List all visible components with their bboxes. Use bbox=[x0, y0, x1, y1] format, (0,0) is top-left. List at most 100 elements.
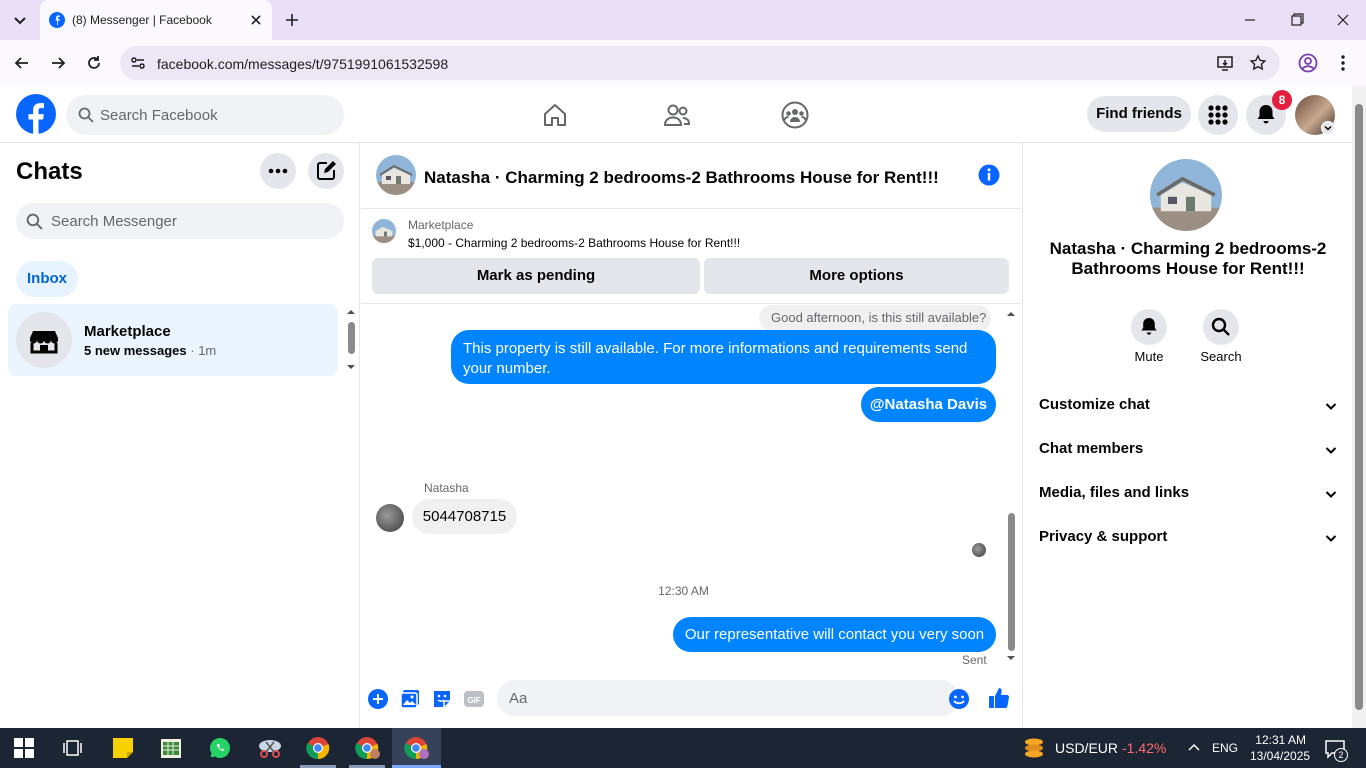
message-bubble-received[interactable]: 5044708715 bbox=[412, 499, 517, 534]
tab-close-button[interactable] bbox=[248, 12, 264, 28]
bookmark-star-icon[interactable] bbox=[1249, 54, 1267, 72]
friends-icon bbox=[663, 104, 691, 126]
currency-pair[interactable]: USD/EUR bbox=[1055, 740, 1118, 756]
chrome-app-3-active[interactable] bbox=[392, 728, 441, 768]
browser-menu-button[interactable] bbox=[1335, 53, 1351, 73]
new-message-button[interactable] bbox=[308, 153, 344, 189]
more-options-button[interactable]: More options bbox=[704, 258, 1009, 294]
page-scrollbar-thumb[interactable] bbox=[1355, 104, 1363, 710]
address-bar[interactable]: facebook.com/messages/t/9751991061532598 bbox=[120, 46, 1280, 80]
facebook-search-input[interactable]: Search Facebook bbox=[66, 95, 344, 135]
message-bubble-mention[interactable]: @Natasha Davis bbox=[861, 387, 996, 422]
messenger-search-input[interactable]: Search Messenger bbox=[16, 203, 344, 239]
like-button[interactable] bbox=[987, 686, 1011, 710]
sticker-button[interactable] bbox=[431, 688, 453, 710]
chats-sidebar: Chats Search Messenger Inbox Marketplace… bbox=[0, 143, 360, 728]
conversation-scrollbar[interactable] bbox=[1005, 305, 1017, 667]
message-composer-input[interactable]: Aa bbox=[497, 680, 969, 716]
more-horizontal-icon bbox=[268, 168, 288, 174]
marketplace-listing-banner: Marketplace $1,000 - Charming 2 bedrooms… bbox=[361, 208, 1021, 304]
message-status: Sent bbox=[962, 653, 987, 667]
site-settings-icon[interactable] bbox=[129, 54, 147, 72]
page-scrollbar[interactable] bbox=[1352, 86, 1366, 728]
profile-icon bbox=[1298, 53, 1318, 73]
new-tab-button[interactable] bbox=[282, 10, 302, 30]
message-sender-label: Natasha bbox=[424, 481, 469, 495]
chat-options-button[interactable] bbox=[260, 153, 296, 189]
mute-button[interactable] bbox=[1131, 309, 1167, 345]
account-menu-chevron[interactable] bbox=[1321, 121, 1335, 135]
nav-home[interactable] bbox=[541, 101, 569, 129]
language-indicator[interactable]: ENG bbox=[1212, 741, 1238, 755]
section-label: Chat members bbox=[1039, 440, 1144, 457]
whatsapp-icon bbox=[210, 738, 230, 758]
chat-list-scrollbar[interactable] bbox=[345, 307, 357, 373]
chevron-up-icon bbox=[1188, 743, 1200, 751]
forward-button[interactable] bbox=[48, 53, 68, 73]
currency-widget-icon[interactable] bbox=[1022, 736, 1046, 760]
listing-title[interactable]: $1,000 - Charming 2 bedrooms-2 Bathrooms… bbox=[408, 236, 740, 250]
inbox-tab[interactable]: Inbox bbox=[16, 261, 78, 297]
natasha-avatar[interactable] bbox=[376, 504, 404, 532]
customize-chat-section[interactable]: Customize chat bbox=[1039, 396, 1339, 420]
browser-tab-active[interactable]: (8) Messenger | Facebook bbox=[40, 0, 272, 40]
search-icon bbox=[78, 107, 94, 123]
spreadsheet-icon bbox=[161, 739, 181, 758]
chat-members-section[interactable]: Chat members bbox=[1039, 440, 1339, 464]
reload-icon bbox=[88, 56, 100, 69]
menu-button[interactable] bbox=[1198, 95, 1238, 135]
listing-thumbnail[interactable] bbox=[372, 219, 396, 243]
chat-item-marketplace[interactable]: Marketplace 5 new messages · 1m bbox=[8, 304, 338, 376]
snipping-tool-app[interactable] bbox=[257, 736, 283, 760]
message-bubble-sent[interactable]: Our representative will contact you very… bbox=[673, 617, 996, 652]
nav-groups[interactable] bbox=[780, 100, 810, 130]
chrome-app-2[interactable] bbox=[355, 736, 381, 760]
system-clock[interactable]: 12:31 AM 13/04/2025 bbox=[1250, 732, 1310, 764]
sticky-notes-icon bbox=[113, 738, 133, 758]
privacy-support-section[interactable]: Privacy & support bbox=[1039, 528, 1339, 552]
marketplace-label: Marketplace bbox=[408, 218, 474, 232]
start-button[interactable] bbox=[14, 738, 34, 758]
emoji-button[interactable] bbox=[948, 688, 970, 710]
restore-button[interactable] bbox=[1287, 10, 1307, 30]
nav-friends[interactable] bbox=[662, 101, 692, 129]
minimize-button[interactable] bbox=[1240, 10, 1260, 30]
message-bubble-sent[interactable]: This property is still available. For mo… bbox=[451, 330, 996, 384]
show-hidden-icons-button[interactable] bbox=[1186, 740, 1202, 756]
facebook-logo-icon[interactable] bbox=[16, 94, 56, 134]
minimize-icon bbox=[1245, 19, 1255, 21]
find-friends-button[interactable]: Find friends bbox=[1087, 96, 1191, 132]
composer-placeholder: Aa bbox=[509, 690, 528, 707]
arrow-left-icon bbox=[14, 57, 28, 69]
spreadsheet-app[interactable] bbox=[159, 736, 183, 760]
chrome-app-1[interactable] bbox=[306, 736, 330, 760]
more-actions-button[interactable] bbox=[367, 688, 389, 710]
tab-search-button[interactable] bbox=[8, 8, 32, 32]
mark-as-pending-button[interactable]: Mark as pending bbox=[372, 258, 700, 294]
chevron-down-icon bbox=[1325, 535, 1337, 542]
close-icon bbox=[1337, 14, 1349, 26]
search-icon bbox=[26, 213, 43, 230]
profile-button[interactable] bbox=[1297, 52, 1319, 74]
chat-item-name: Marketplace bbox=[84, 323, 171, 340]
conversation-avatar[interactable] bbox=[376, 155, 416, 195]
sticky-notes-app[interactable] bbox=[111, 736, 135, 760]
notification-center-badge: 2 bbox=[1334, 748, 1348, 762]
search-conversation-button[interactable] bbox=[1203, 309, 1239, 345]
emoji-icon bbox=[949, 689, 969, 709]
whatsapp-app[interactable] bbox=[208, 736, 232, 760]
gif-button[interactable]: GIF bbox=[463, 688, 485, 710]
info-panel-avatar[interactable] bbox=[1150, 159, 1222, 231]
attach-photo-button[interactable] bbox=[399, 688, 421, 710]
task-view-button[interactable] bbox=[62, 738, 82, 758]
chat-item-time: · 1m bbox=[190, 343, 217, 358]
conversation-info-button[interactable] bbox=[977, 163, 1001, 187]
svg-text:GIF: GIF bbox=[467, 696, 480, 705]
back-button[interactable] bbox=[12, 53, 32, 73]
reload-button[interactable] bbox=[84, 53, 104, 73]
restore-icon bbox=[1291, 13, 1304, 26]
install-app-icon[interactable] bbox=[1216, 54, 1234, 72]
more-vertical-icon bbox=[1341, 55, 1345, 71]
close-window-button[interactable] bbox=[1333, 10, 1353, 30]
media-files-links-section[interactable]: Media, files and links bbox=[1039, 484, 1339, 508]
